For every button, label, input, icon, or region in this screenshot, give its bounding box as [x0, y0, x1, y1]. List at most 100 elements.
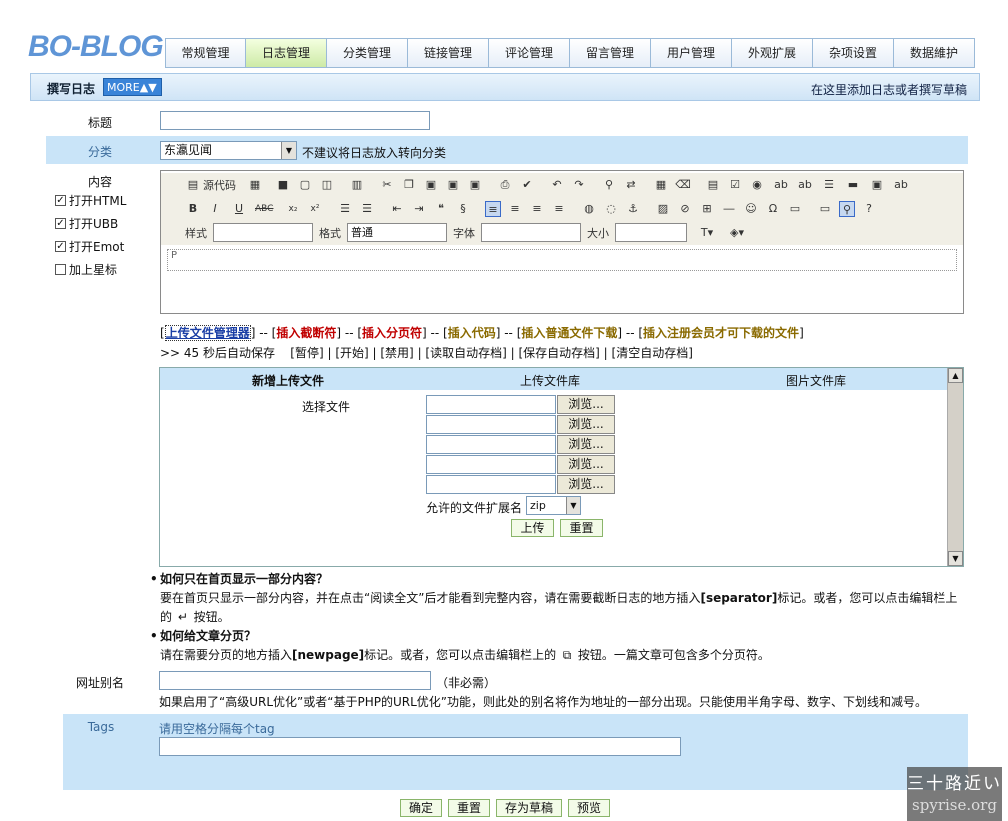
- strikethrough-icon[interactable]: ABC: [255, 201, 273, 217]
- find-icon[interactable]: ⚲: [601, 177, 617, 193]
- select-tool-icon[interactable]: ☰: [821, 177, 837, 193]
- redo-icon[interactable]: ↷: [571, 177, 587, 193]
- radio-tool-icon[interactable]: ◉: [749, 177, 765, 193]
- nav-tab-posts[interactable]: 日志管理: [246, 38, 327, 68]
- indent-icon[interactable]: ⇥: [411, 201, 427, 217]
- source-label[interactable]: 源代码: [203, 177, 236, 193]
- subscript-icon[interactable]: x₂: [285, 201, 301, 217]
- checkbox-ubb[interactable]: ✓: [55, 218, 66, 229]
- paste-icon[interactable]: ▣: [423, 177, 439, 193]
- copy-icon[interactable]: ❐: [401, 177, 417, 193]
- about-icon[interactable]: ?: [861, 201, 877, 217]
- insert-member-download-link[interactable]: 插入注册会员才可下载的文件: [643, 326, 799, 340]
- url-alias-input[interactable]: [159, 671, 431, 690]
- title-input[interactable]: [160, 111, 430, 130]
- select-all-icon[interactable]: ▦: [653, 177, 669, 193]
- superscript-icon[interactable]: x²: [307, 201, 323, 217]
- file-input-4[interactable]: [426, 455, 556, 474]
- nav-tab-comments[interactable]: 评论管理: [489, 38, 570, 68]
- browse-button-3[interactable]: 浏览...: [557, 435, 615, 454]
- tab-new-upload[interactable]: 新增上传文件: [252, 372, 324, 389]
- special-char-icon[interactable]: Ω: [765, 201, 781, 217]
- browse-button-1[interactable]: 浏览...: [557, 395, 615, 414]
- nav-tab-links[interactable]: 链接管理: [408, 38, 489, 68]
- scroll-down-icon[interactable]: ▼: [948, 551, 963, 566]
- option-html[interactable]: ✓ 打开HTML: [55, 192, 126, 209]
- paste-text-icon[interactable]: ▣: [445, 177, 461, 193]
- upload-scrollbar[interactable]: ▲ ▼: [947, 368, 963, 566]
- category-select[interactable]: 东瀛见闻 ▼: [160, 141, 297, 160]
- file-input-3[interactable]: [426, 435, 556, 454]
- scroll-up-icon[interactable]: ▲: [948, 368, 963, 383]
- file-input-5[interactable]: [426, 475, 556, 494]
- fullscreen-icon[interactable]: ▭: [817, 201, 833, 217]
- tab-upload-library[interactable]: 上传文件库: [520, 372, 580, 389]
- autosave-save[interactable]: [保存自动存档]: [518, 346, 599, 360]
- spellcheck-icon[interactable]: ✔: [519, 177, 535, 193]
- page-break-icon[interactable]: ▭: [787, 201, 803, 217]
- submit-button[interactable]: 确定: [400, 799, 442, 817]
- save-icon[interactable]: ■: [275, 177, 291, 193]
- insert-page-link[interactable]: 插入分页符: [362, 326, 422, 340]
- chevron-down-icon[interactable]: ▼: [566, 497, 580, 514]
- checkbox-tool-icon[interactable]: ☑: [727, 177, 743, 193]
- button-tool-icon[interactable]: ▬: [845, 177, 861, 193]
- file-input-1[interactable]: [426, 395, 556, 414]
- ext-select[interactable]: zip ▼: [526, 496, 581, 515]
- chevron-down-icon[interactable]: ▼: [281, 142, 296, 159]
- show-blocks-icon[interactable]: ⚲: [839, 201, 855, 217]
- image-button-icon[interactable]: ▣: [869, 177, 885, 193]
- underline-icon[interactable]: U: [231, 201, 247, 217]
- autosave-load[interactable]: [读取自动存档]: [425, 346, 506, 360]
- insert-download-link[interactable]: 插入普通文件下载: [521, 326, 617, 340]
- outdent-icon[interactable]: ⇤: [389, 201, 405, 217]
- italic-icon[interactable]: I: [207, 201, 223, 217]
- template-icon[interactable]: ▥: [349, 177, 365, 193]
- checkbox-star[interactable]: [55, 264, 66, 275]
- text-color-icon[interactable]: T▾: [699, 225, 715, 241]
- tab-image-library[interactable]: 图片文件库: [786, 372, 846, 389]
- reset-button[interactable]: 重置: [448, 799, 490, 817]
- tags-input[interactable]: [159, 737, 681, 756]
- autosave-disable[interactable]: [禁用]: [380, 346, 413, 360]
- insert-code-link[interactable]: 插入代码: [448, 326, 496, 340]
- rule-icon[interactable]: ―: [721, 201, 737, 217]
- code-icon[interactable]: §: [455, 201, 471, 217]
- quote-icon[interactable]: ❝: [433, 201, 449, 217]
- insert-break-link[interactable]: 插入截断符: [276, 326, 336, 340]
- paste-word-icon[interactable]: ▣: [467, 177, 483, 193]
- size-select[interactable]: [615, 223, 687, 242]
- autosave-start[interactable]: [开始]: [335, 346, 368, 360]
- upload-reset-button[interactable]: 重置: [560, 519, 603, 537]
- option-star[interactable]: 加上星标: [55, 261, 126, 278]
- more-button[interactable]: MORE▲▼: [103, 78, 162, 96]
- nav-tab-appearance[interactable]: 外观扩展: [732, 38, 813, 68]
- link-icon[interactable]: ◍: [581, 201, 597, 217]
- autosave-pause[interactable]: [暂停]: [290, 346, 323, 360]
- align-right-icon[interactable]: ≡: [529, 201, 545, 217]
- undo-icon[interactable]: ↶: [549, 177, 565, 193]
- browse-button-4[interactable]: 浏览...: [557, 455, 615, 474]
- remove-format-icon[interactable]: ⌫: [675, 177, 691, 193]
- copy-format-icon[interactable]: ▦: [247, 177, 263, 193]
- autosave-clear[interactable]: [清空自动存档]: [612, 346, 693, 360]
- hidden-field-icon[interactable]: ab: [893, 177, 909, 193]
- checkbox-html[interactable]: ✓: [55, 195, 66, 206]
- nav-tab-guestbook[interactable]: 留言管理: [570, 38, 651, 68]
- textfield-tool-icon[interactable]: ab: [773, 177, 789, 193]
- upload-button[interactable]: 上传: [511, 519, 554, 537]
- preview-button[interactable]: 预览: [568, 799, 610, 817]
- smiley-icon[interactable]: ☺: [743, 201, 759, 217]
- save-draft-button[interactable]: 存为草稿: [496, 799, 562, 817]
- preview-icon[interactable]: ◫: [319, 177, 335, 193]
- browse-button-5[interactable]: 浏览...: [557, 475, 615, 494]
- style-select[interactable]: [213, 223, 313, 242]
- bullet-list-icon[interactable]: ☰: [359, 201, 375, 217]
- nav-tab-misc[interactable]: 杂项设置: [813, 38, 894, 68]
- upload-manager-link[interactable]: 上传文件管理器: [164, 325, 251, 341]
- image-icon[interactable]: ▨: [655, 201, 671, 217]
- flash-icon[interactable]: ⊘: [677, 201, 693, 217]
- nav-tab-data[interactable]: 数据維护: [894, 38, 975, 68]
- bg-color-icon[interactable]: ◈▾: [729, 225, 745, 241]
- anchor-icon[interactable]: ⚓: [625, 201, 641, 217]
